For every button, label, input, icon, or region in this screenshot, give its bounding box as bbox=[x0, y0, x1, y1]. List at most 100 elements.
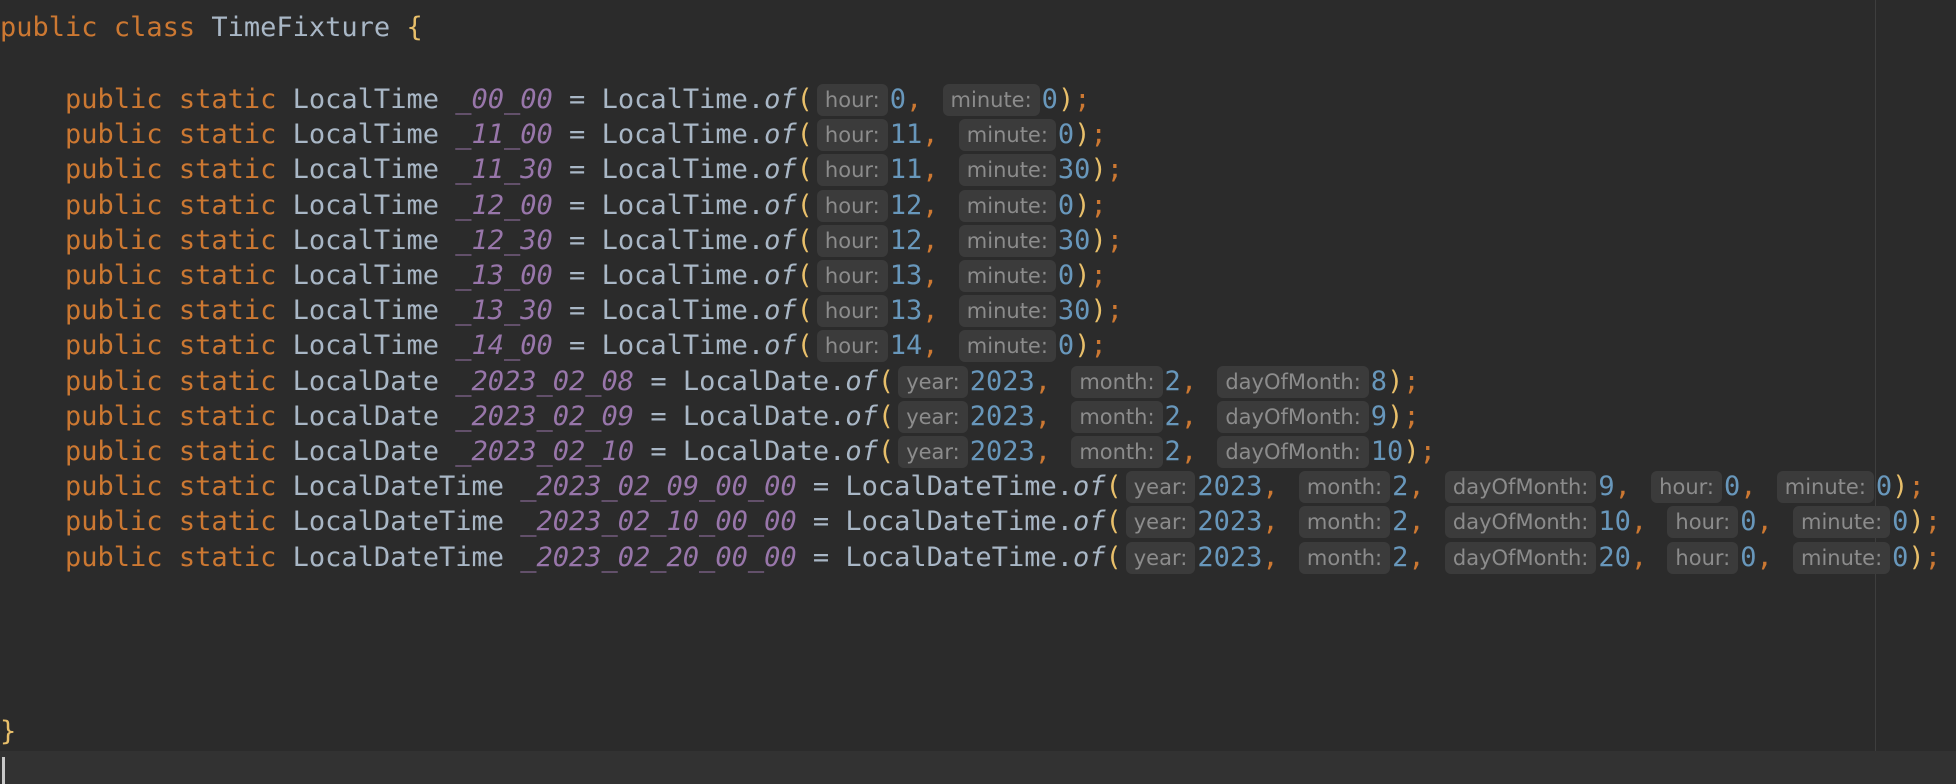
comma: , bbox=[1630, 541, 1648, 573]
parameter-hint: minute: bbox=[958, 224, 1056, 257]
parameter-hint: year: bbox=[898, 436, 968, 468]
keyword-static: static bbox=[178, 436, 277, 467]
parameter-hint: dayOfMonth: bbox=[1217, 400, 1369, 433]
type-name: LocalTime bbox=[292, 189, 439, 221]
assign-operator: = bbox=[812, 541, 830, 573]
argument-value: 2 bbox=[1164, 436, 1181, 467]
argument-value: 0 bbox=[1723, 471, 1741, 503]
semicolon: ; bbox=[1924, 506, 1941, 538]
code-line[interactable]: public static LocalDateTime _2023_02_20_… bbox=[0, 536, 1941, 580]
current-line-highlight bbox=[0, 751, 1956, 784]
field-name: _2023_02_09 bbox=[455, 400, 635, 432]
keyword-public: public bbox=[65, 365, 163, 397]
argument-value: 0 bbox=[1740, 541, 1757, 573]
parameter-hint: minute: bbox=[958, 119, 1056, 152]
argument-value: 0 bbox=[1057, 260, 1075, 291]
close-paren: ) bbox=[1090, 154, 1107, 186]
parameter-hint: minute: bbox=[1793, 541, 1891, 574]
factory-class: LocalTime. bbox=[601, 119, 765, 151]
factory-method: of bbox=[764, 295, 797, 327]
argument-value: 2 bbox=[1164, 365, 1181, 397]
code-editor[interactable]: public class TimeFixture { public static… bbox=[0, 0, 1956, 784]
argument-value: 0 bbox=[1892, 541, 1909, 573]
comma: , bbox=[1180, 365, 1198, 397]
keyword-public: public bbox=[65, 119, 163, 151]
parameter-hint: month: bbox=[1071, 436, 1163, 468]
assign-operator: = bbox=[569, 119, 586, 151]
class-open-brace: { bbox=[406, 12, 423, 43]
keyword-public: public bbox=[65, 541, 163, 573]
parameter-hint: hour: bbox=[816, 154, 888, 187]
semicolon: ; bbox=[1074, 84, 1091, 115]
keyword-public: public bbox=[0, 12, 98, 43]
keyword-static: static bbox=[178, 365, 277, 397]
argument-value: 0 bbox=[1041, 84, 1058, 115]
factory-class: LocalTime. bbox=[601, 84, 765, 115]
open-paren: ( bbox=[796, 295, 813, 327]
field-name: _12_00 bbox=[455, 189, 553, 221]
factory-method: of bbox=[845, 436, 878, 467]
keyword-static: static bbox=[178, 189, 277, 221]
field-name: _11_30 bbox=[455, 154, 553, 186]
assign-operator: = bbox=[812, 471, 830, 503]
parameter-hint: hour: bbox=[1667, 541, 1739, 574]
semicolon: ; bbox=[1403, 400, 1420, 432]
assign-operator: = bbox=[569, 154, 586, 186]
parameter-hint: hour: bbox=[816, 189, 888, 222]
semicolon: ; bbox=[1090, 189, 1107, 221]
factory-method: of bbox=[764, 119, 797, 151]
parameter-hint: hour: bbox=[816, 295, 888, 328]
argument-value: 20 bbox=[1598, 541, 1631, 573]
keyword-static: static bbox=[178, 506, 277, 538]
keyword-static: static bbox=[178, 119, 277, 151]
type-name: LocalTime bbox=[292, 260, 439, 291]
close-paren: ) bbox=[1074, 330, 1091, 362]
comma: , bbox=[1756, 541, 1773, 573]
class-declaration-line[interactable]: public class TimeFixture { bbox=[0, 6, 423, 50]
open-paren: ( bbox=[796, 84, 813, 115]
argument-value: 0 bbox=[1875, 471, 1893, 503]
assign-operator: = bbox=[650, 436, 667, 467]
assign-operator: = bbox=[569, 330, 586, 362]
factory-method: of bbox=[1072, 506, 1106, 538]
open-paren: ( bbox=[796, 154, 813, 186]
argument-value: 2 bbox=[1392, 506, 1409, 538]
comma: , bbox=[1614, 471, 1631, 503]
keyword-static: static bbox=[178, 260, 277, 291]
comma: , bbox=[1408, 541, 1425, 573]
open-paren: ( bbox=[877, 436, 895, 467]
argument-value: 2023 bbox=[969, 436, 1035, 467]
comma: , bbox=[1408, 471, 1425, 503]
factory-method: of bbox=[1072, 541, 1106, 573]
close-paren: ) bbox=[1090, 295, 1107, 327]
factory-method: of bbox=[764, 224, 797, 256]
field-name: _13_00 bbox=[455, 260, 553, 291]
factory-class: LocalTime. bbox=[601, 189, 765, 221]
comma: , bbox=[1740, 471, 1757, 503]
argument-value: 2 bbox=[1392, 471, 1409, 503]
comma: , bbox=[922, 224, 939, 256]
parameter-hint: hour: bbox=[1667, 506, 1739, 539]
argument-value: 12 bbox=[889, 224, 923, 256]
semicolon: ; bbox=[1090, 119, 1107, 151]
parameter-hint: dayOfMonth: bbox=[1444, 471, 1597, 504]
class-closing-line[interactable]: } bbox=[0, 710, 16, 754]
argument-value: 9 bbox=[1598, 471, 1615, 503]
keyword-static: static bbox=[178, 295, 277, 327]
argument-value: 13 bbox=[889, 260, 923, 291]
argument-value: 10 bbox=[1370, 436, 1404, 467]
semicolon: ; bbox=[1090, 260, 1107, 291]
argument-value: 0 bbox=[1740, 506, 1757, 538]
type-name: LocalTime bbox=[292, 119, 439, 151]
parameter-hint: hour: bbox=[816, 260, 888, 292]
type-name: LocalDate bbox=[292, 400, 439, 432]
class-name: TimeFixture bbox=[211, 12, 391, 43]
argument-value: 2 bbox=[1164, 400, 1181, 432]
argument-value: 2023 bbox=[1197, 541, 1263, 573]
type-name: LocalTime bbox=[292, 154, 439, 186]
keyword-public: public bbox=[65, 84, 163, 115]
type-name: LocalDate bbox=[292, 365, 439, 397]
field-name: _14_00 bbox=[455, 330, 553, 362]
type-name: LocalTime bbox=[292, 330, 439, 362]
keyword-static: static bbox=[178, 224, 277, 256]
